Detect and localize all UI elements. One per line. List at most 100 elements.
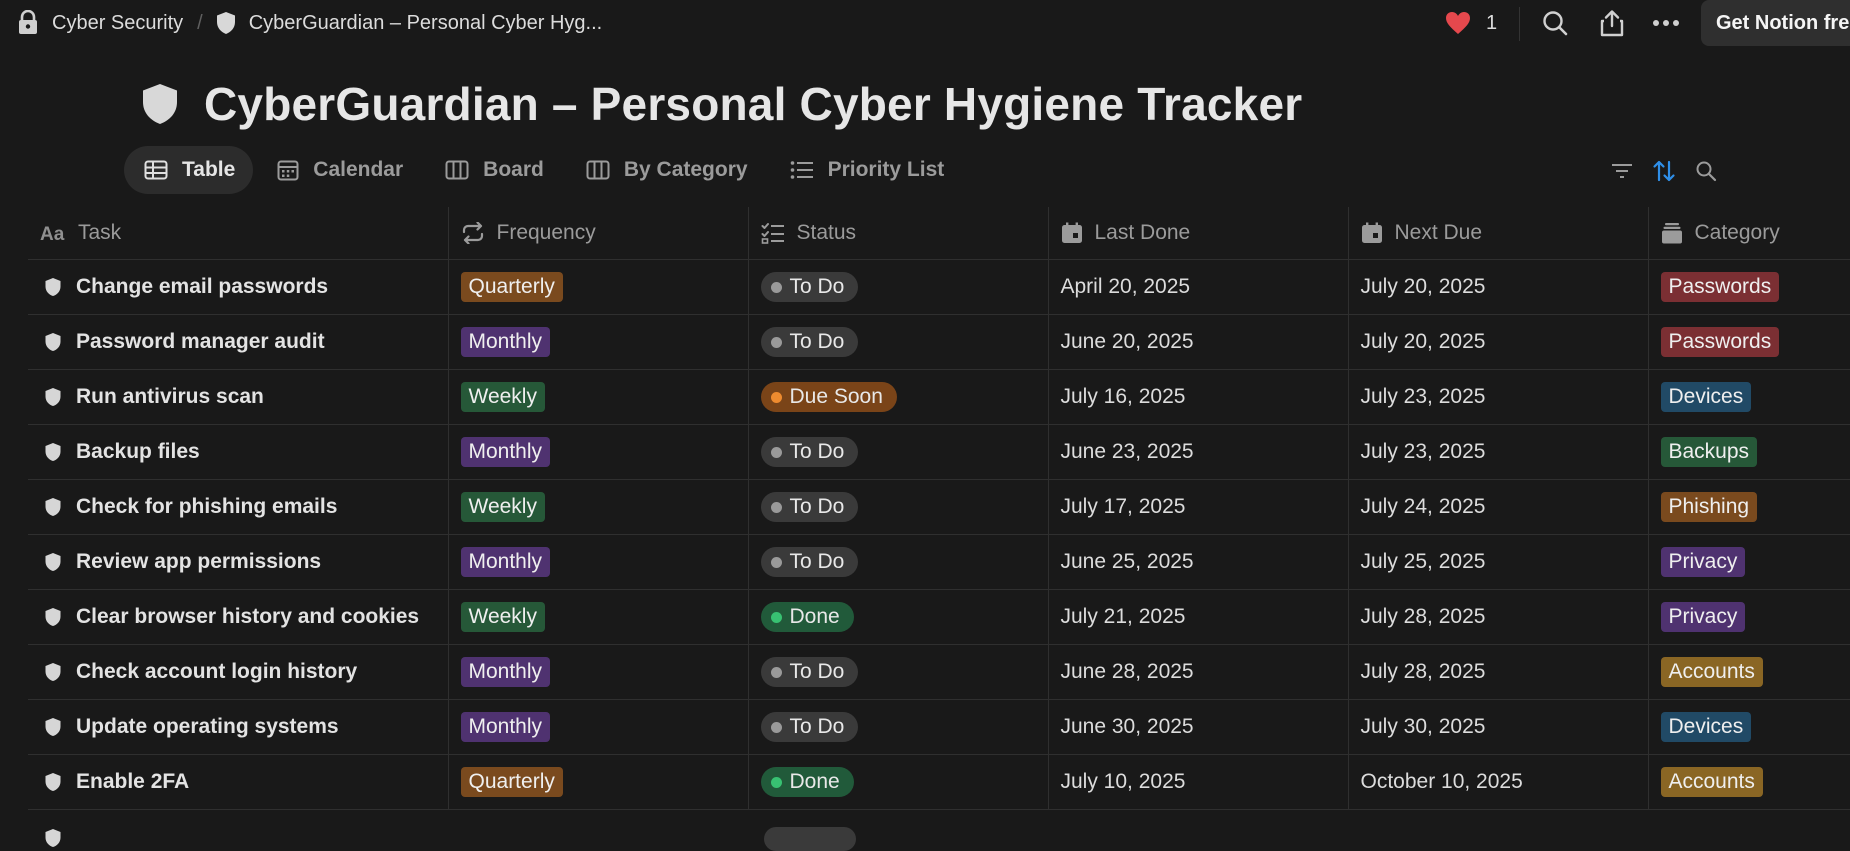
search-icon[interactable] xyxy=(1695,160,1717,182)
next-due-cell[interactable]: July 28, 2025 xyxy=(1348,589,1649,645)
table-row[interactable]: Clear browser history and cookies Weekly D… xyxy=(28,589,1850,645)
last-done-cell[interactable]: June 20, 2025 xyxy=(1048,314,1349,370)
category-cell[interactable]: Passwords xyxy=(1648,259,1850,315)
task-cell[interactable]: Check for phishing emails xyxy=(28,479,449,535)
table-row[interactable]: Check for phishing emails Weekly To Do July… xyxy=(28,479,1850,535)
task-cell[interactable]: Backup files xyxy=(28,424,449,480)
status-pill[interactable] xyxy=(764,827,856,851)
get-notion-free-button[interactable]: Get Notion free xyxy=(1701,0,1850,46)
frequency-cell[interactable]: Quarterly xyxy=(448,259,749,315)
frequency-cell[interactable]: Monthly xyxy=(448,644,749,700)
task-name[interactable]: Check account login history xyxy=(76,660,357,684)
task-name[interactable]: Backup files xyxy=(76,440,200,464)
shield-icon[interactable] xyxy=(140,82,180,126)
tab-by-category[interactable]: By Category xyxy=(566,146,766,194)
column-header-task[interactable]: Aa Task xyxy=(28,207,449,260)
share-icon[interactable] xyxy=(1599,9,1625,37)
sort-icon[interactable] xyxy=(1652,159,1676,183)
share-button[interactable] xyxy=(1599,0,1625,46)
status-cell[interactable]: Done xyxy=(748,754,1049,810)
last-done-cell[interactable]: July 21, 2025 xyxy=(1048,589,1349,645)
last-done-cell[interactable]: July 10, 2025 xyxy=(1048,754,1349,810)
table-row[interactable]: Review app permissions Monthly To Do June 2… xyxy=(28,534,1850,590)
frequency-cell[interactable]: Monthly xyxy=(448,314,749,370)
tab-priority-list[interactable]: Priority List xyxy=(770,146,963,194)
status-cell[interactable]: To Do xyxy=(748,644,1049,700)
status-cell[interactable]: To Do xyxy=(748,699,1049,755)
task-name[interactable]: Change email passwords xyxy=(76,275,328,299)
search-button[interactable] xyxy=(1541,0,1569,46)
category-cell[interactable]: Passwords xyxy=(1648,314,1850,370)
category-cell[interactable]: Accounts xyxy=(1648,644,1850,700)
frequency-cell[interactable]: Weekly xyxy=(448,479,749,535)
breadcrumb-page[interactable]: CyberGuardian – Personal Cyber Hyg... xyxy=(249,12,603,35)
last-done-cell[interactable]: July 17, 2025 xyxy=(1048,479,1349,535)
frequency-cell[interactable]: Monthly xyxy=(448,424,749,480)
task-cell[interactable]: Password manager audit xyxy=(28,314,449,370)
more-horizontal-icon[interactable] xyxy=(1652,19,1680,27)
tab-calendar[interactable]: Calendar xyxy=(257,146,421,194)
next-due-cell[interactable]: July 28, 2025 xyxy=(1348,644,1649,700)
next-due-cell[interactable]: July 20, 2025 xyxy=(1348,314,1649,370)
status-cell[interactable]: To Do xyxy=(748,259,1049,315)
task-cell[interactable]: Change email passwords xyxy=(28,259,449,315)
table-row[interactable]: Check account login history Monthly To Do J… xyxy=(28,644,1850,700)
status-cell[interactable]: To Do xyxy=(748,534,1049,590)
like-control[interactable]: 1 xyxy=(1444,0,1497,46)
sort-button[interactable] xyxy=(1652,150,1676,192)
table-row[interactable]: Password manager audit Monthly To Do June 2… xyxy=(28,314,1850,370)
search-icon[interactable] xyxy=(1541,9,1569,37)
frequency-cell[interactable]: Weekly xyxy=(448,369,749,425)
tab-table[interactable]: Table xyxy=(124,146,254,194)
status-cell[interactable]: To Do xyxy=(748,424,1049,480)
task-name[interactable]: Check for phishing emails xyxy=(76,495,337,519)
status-cell[interactable]: Due Soon xyxy=(748,369,1049,425)
status-cell[interactable]: Done xyxy=(748,589,1049,645)
last-done-cell[interactable]: June 23, 2025 xyxy=(1048,424,1349,480)
task-cell[interactable]: Update operating systems xyxy=(28,699,449,755)
next-due-cell[interactable]: July 20, 2025 xyxy=(1348,259,1649,315)
next-due-cell[interactable]: July 23, 2025 xyxy=(1348,369,1649,425)
task-cell[interactable]: Enable 2FA xyxy=(28,754,449,810)
table-row[interactable]: Enable 2FA Quarterly Done July 10, 2025 Octo… xyxy=(28,754,1850,810)
category-cell[interactable]: Privacy xyxy=(1648,534,1850,590)
tab-board[interactable]: Board xyxy=(425,146,562,194)
category-cell[interactable]: Devices xyxy=(1648,699,1850,755)
table-row[interactable]: Run antivirus scan Weekly Due Soon July 16,… xyxy=(28,369,1850,425)
category-cell[interactable]: Devices xyxy=(1648,369,1850,425)
heart-icon[interactable] xyxy=(1444,10,1472,36)
next-due-cell[interactable]: July 25, 2025 xyxy=(1348,534,1649,590)
task-name[interactable]: Clear browser history and cookies xyxy=(76,605,419,629)
column-header-status[interactable]: Status xyxy=(748,207,1049,260)
task-name[interactable]: Run antivirus scan xyxy=(76,385,264,409)
status-cell[interactable]: To Do xyxy=(748,479,1049,535)
category-cell[interactable]: Backups xyxy=(1648,424,1850,480)
table-row[interactable]: Change email passwords Quarterly To Do Apri… xyxy=(28,259,1850,315)
table-row[interactable]: Backup files Monthly To Do June 23, 2025 Jul… xyxy=(28,424,1850,480)
next-due-cell[interactable]: July 30, 2025 xyxy=(1348,699,1649,755)
column-header-frequency[interactable]: Frequency xyxy=(448,207,749,260)
task-cell[interactable]: Check account login history xyxy=(28,644,449,700)
task-cell[interactable]: Run antivirus scan xyxy=(28,369,449,425)
last-done-cell[interactable]: June 30, 2025 xyxy=(1048,699,1349,755)
category-cell[interactable]: Phishing xyxy=(1648,479,1850,535)
filter-button[interactable] xyxy=(1610,150,1634,192)
next-due-cell[interactable]: October 10, 2025 xyxy=(1348,754,1649,810)
task-cell[interactable]: Review app permissions xyxy=(28,534,449,590)
category-cell[interactable]: Privacy xyxy=(1648,589,1850,645)
last-done-cell[interactable]: June 25, 2025 xyxy=(1048,534,1349,590)
task-name[interactable]: Review app permissions xyxy=(76,550,321,574)
category-cell[interactable]: Accounts xyxy=(1648,754,1850,810)
next-due-cell[interactable]: July 24, 2025 xyxy=(1348,479,1649,535)
more-options-button[interactable] xyxy=(1652,0,1680,46)
task-name[interactable]: Update operating systems xyxy=(76,715,339,739)
frequency-cell[interactable]: Monthly xyxy=(448,699,749,755)
frequency-cell[interactable]: Monthly xyxy=(448,534,749,590)
frequency-cell[interactable]: Quarterly xyxy=(448,754,749,810)
table-row[interactable]: Update operating systems Monthly To Do June… xyxy=(28,699,1850,755)
column-header-next-due[interactable]: Next Due xyxy=(1348,207,1649,260)
task-name[interactable]: Password manager audit xyxy=(76,330,325,354)
next-due-cell[interactable]: July 23, 2025 xyxy=(1348,424,1649,480)
table-search-button[interactable] xyxy=(1695,150,1717,192)
frequency-cell[interactable]: Weekly xyxy=(448,589,749,645)
